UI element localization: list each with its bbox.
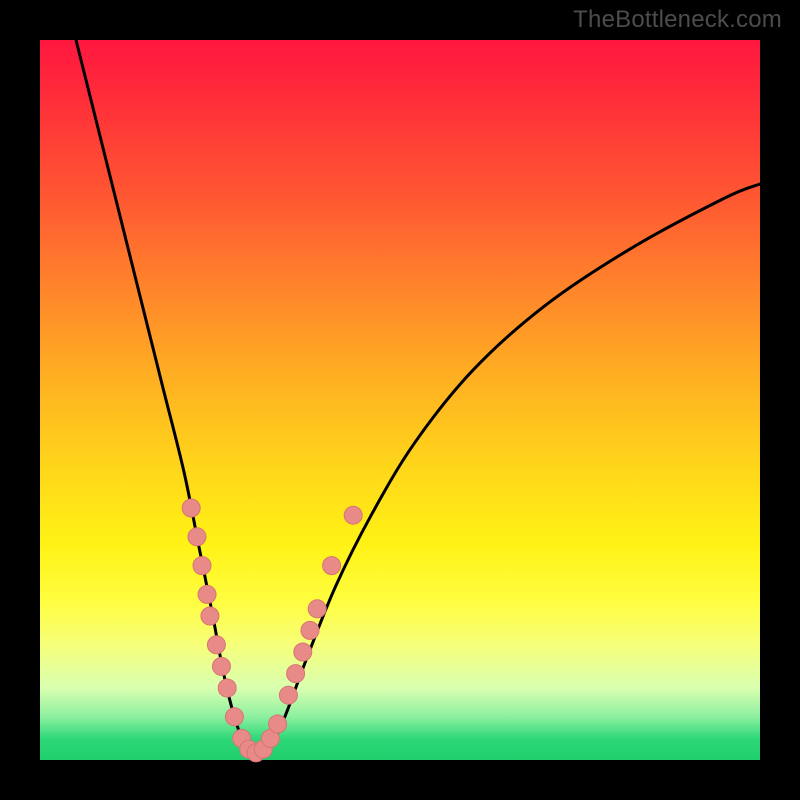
- data-marker: [193, 557, 211, 575]
- data-marker: [207, 636, 225, 654]
- data-marker: [225, 708, 243, 726]
- data-marker: [212, 657, 230, 675]
- data-marker: [269, 715, 287, 733]
- data-marker: [198, 585, 216, 603]
- curve-svg: [40, 40, 760, 760]
- bottleneck-curve: [76, 40, 760, 756]
- data-marker: [182, 499, 200, 517]
- watermark-text: TheBottleneck.com: [573, 6, 782, 34]
- data-marker: [218, 679, 236, 697]
- data-marker: [279, 686, 297, 704]
- data-marker: [344, 506, 362, 524]
- chart-frame: TheBottleneck.com: [0, 0, 800, 800]
- data-marker: [201, 607, 219, 625]
- data-marker: [188, 528, 206, 546]
- data-marker: [294, 643, 312, 661]
- data-marker: [323, 557, 341, 575]
- data-markers: [182, 499, 362, 762]
- data-marker: [301, 621, 319, 639]
- data-marker: [308, 600, 326, 618]
- data-marker: [287, 665, 305, 683]
- plot-area: [40, 40, 760, 760]
